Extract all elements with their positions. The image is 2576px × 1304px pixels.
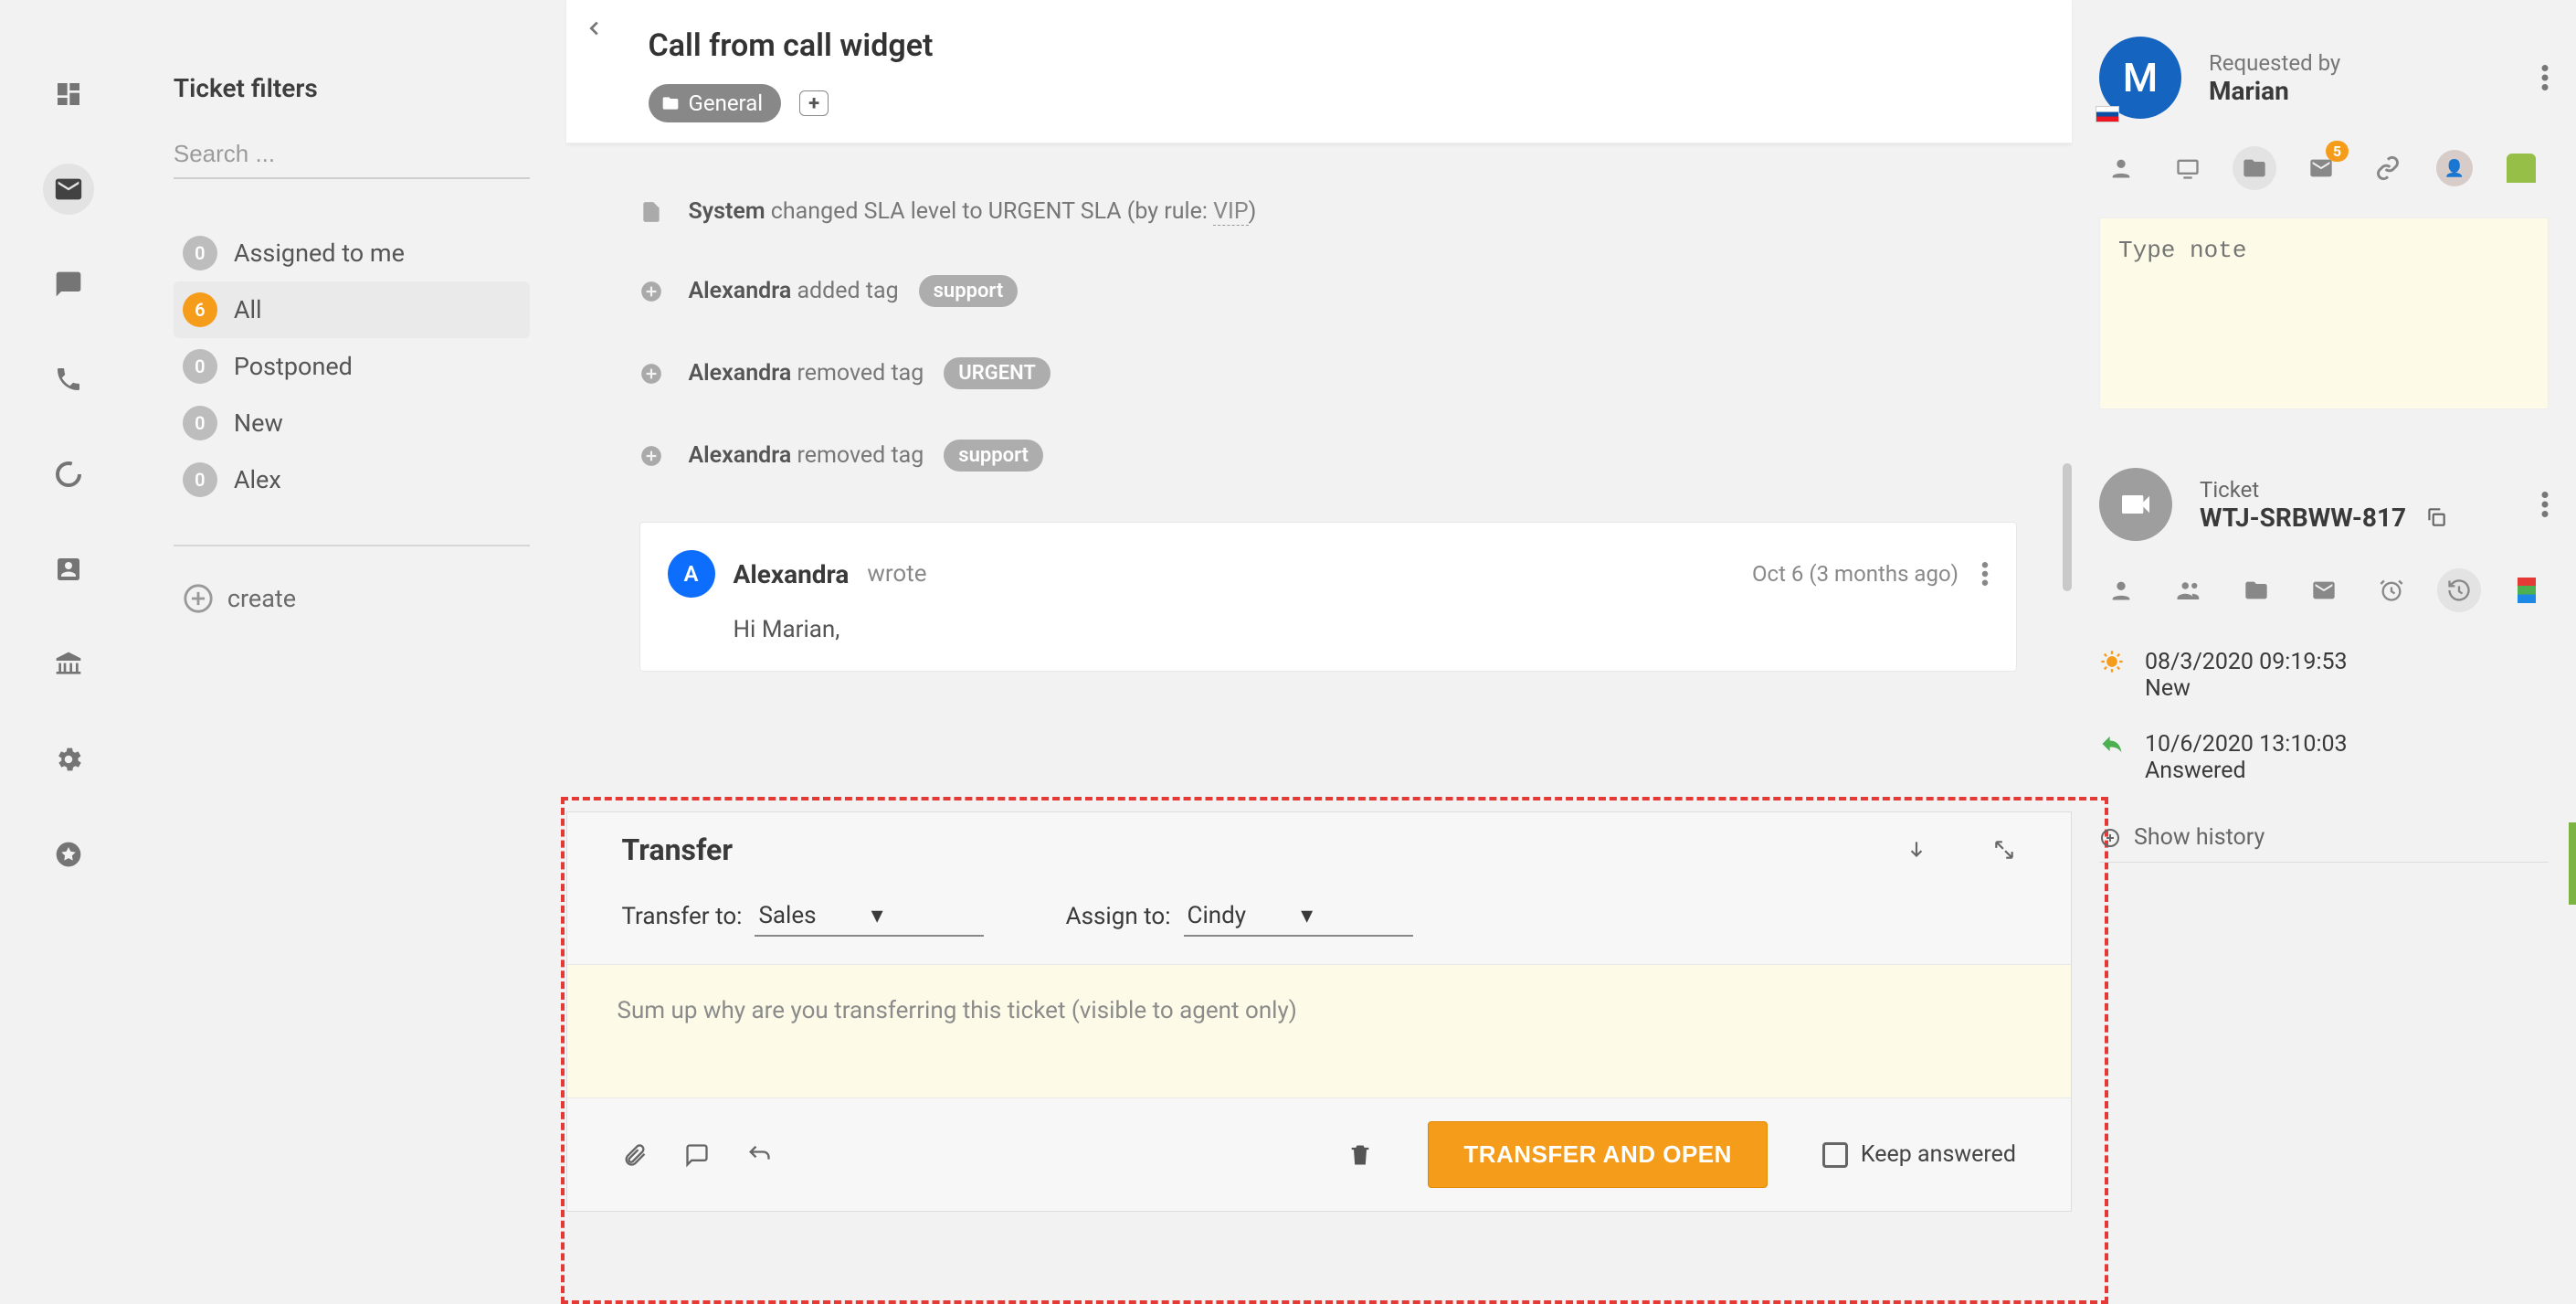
mail-count-badge: 5	[2326, 141, 2349, 162]
show-history-button[interactable]: Show history	[2099, 813, 2549, 863]
keep-answered-label: Keep answered	[1861, 1141, 2016, 1168]
shopify-icon[interactable]	[2499, 146, 2543, 190]
person-icon[interactable]	[2099, 146, 2143, 190]
plus-circle-icon	[639, 444, 669, 468]
filter-label: Assigned to me	[234, 239, 405, 268]
filter-label: Alex	[234, 465, 281, 494]
phone-icon[interactable]	[43, 354, 94, 405]
keep-answered-checkbox[interactable]	[1822, 1142, 1848, 1168]
new-status-icon	[2099, 649, 2125, 674]
transfer-title: Transfer	[622, 832, 1878, 867]
message-menu-icon[interactable]	[1981, 562, 1989, 586]
comment-icon[interactable]	[684, 1142, 710, 1168]
settings-icon[interactable]	[43, 734, 94, 785]
add-tag-button[interactable]: +	[799, 90, 829, 116]
tag-general[interactable]: General	[649, 84, 782, 122]
contacts-icon[interactable]	[43, 544, 94, 595]
ticket-header: Call from call widget General +	[566, 0, 2073, 143]
main-ticket-view: Call from call widget General + System c…	[566, 0, 2073, 1267]
transfer-to-label: Transfer to:	[622, 903, 743, 930]
right-info-panel: M Requested by Marian 5 👤 Ticket WTJ-SRB…	[2072, 0, 2576, 1267]
expand-icon[interactable]	[1992, 838, 2016, 862]
folder-icon[interactable]	[2233, 146, 2276, 190]
avatar: A	[668, 550, 715, 598]
alarm-icon[interactable]	[2370, 568, 2413, 612]
message-card: A Alexandra wrote Oct 6 (3 months ago) H…	[639, 522, 2018, 672]
filter-alex[interactable]: 0Alex	[174, 451, 530, 508]
person-icon[interactable]	[2099, 568, 2143, 612]
transfer-and-open-button[interactable]: TRANSFER AND OPEN	[1428, 1121, 1768, 1188]
create-filter-button[interactable]: create	[174, 574, 530, 623]
plus-circle-icon	[2099, 827, 2121, 849]
answered-status-icon	[2099, 731, 2125, 757]
chat-icon[interactable]	[43, 259, 94, 310]
user-avatar-icon[interactable]: 👤	[2433, 146, 2476, 190]
log-removed-tag-urgent: Alexandra removed tag URGENT	[639, 357, 2018, 389]
ticket-filters-sidebar: Ticket filters 0Assigned to me 6All 0Pos…	[137, 0, 566, 1267]
copy-icon[interactable]	[2424, 505, 2448, 529]
filter-all[interactable]: 6All	[174, 281, 530, 338]
edge-indicator	[2569, 822, 2576, 905]
filter-label: Postponed	[234, 352, 353, 381]
requester-avatar: M	[2099, 37, 2181, 119]
star-icon[interactable]	[43, 829, 94, 880]
mail-icon[interactable]	[43, 164, 94, 215]
log-added-tag: Alexandra added tag support	[639, 275, 2018, 307]
collapse-down-icon[interactable]	[1905, 838, 1928, 862]
message-body: Hi Marian,	[668, 616, 1990, 643]
assign-to-label: Assign to:	[1066, 903, 1171, 930]
delete-icon[interactable]	[1347, 1142, 1373, 1168]
plus-circle-icon	[639, 280, 669, 303]
scrollbar-thumb[interactable]	[2063, 463, 2072, 591]
attachment-icon[interactable]	[622, 1142, 648, 1168]
filter-label: New	[234, 408, 283, 438]
folder-icon[interactable]	[2234, 568, 2278, 612]
requester-menu-icon[interactable]	[2541, 65, 2549, 90]
ticket-menu-icon[interactable]	[2541, 492, 2549, 517]
back-button[interactable]	[585, 18, 605, 38]
transfer-note-input[interactable]: Sum up why are you transferring this tic…	[567, 964, 2072, 1098]
note-input[interactable]	[2099, 217, 2549, 409]
log-removed-tag-support: Alexandra removed tag support	[639, 440, 2018, 472]
bank-icon[interactable]	[43, 639, 94, 690]
color-icon[interactable]	[2505, 568, 2549, 612]
vip-rule-link[interactable]: VIP	[1213, 198, 1249, 226]
sidebar-title: Ticket filters	[174, 73, 530, 103]
loading-icon[interactable]	[43, 449, 94, 500]
requested-by-label: Requested by	[2209, 50, 2340, 76]
flag-icon	[2096, 106, 2119, 122]
message-time: Oct 6 (3 months ago)	[1752, 561, 1958, 587]
ticket-label: Ticket	[2200, 477, 2448, 503]
plus-circle-icon	[183, 583, 214, 614]
message-author: Alexandra	[734, 559, 850, 589]
filter-label: All	[234, 295, 262, 324]
history-item-answered: 10/6/2020 13:10:03Answered	[2099, 731, 2549, 784]
return-icon[interactable]	[746, 1142, 772, 1168]
mail-icon[interactable]: 5	[2299, 146, 2343, 190]
history-item-new: 08/3/2020 09:19:53New	[2099, 649, 2549, 702]
ticket-id: WTJ-SRBWW-817	[2200, 503, 2406, 533]
dashboard-icon[interactable]	[43, 69, 94, 120]
ticket-timeline: System changed SLA level to URGENT SLA (…	[566, 143, 2073, 747]
link-icon[interactable]	[2366, 146, 2410, 190]
mail-icon[interactable]	[2302, 568, 2346, 612]
note-icon	[639, 200, 669, 224]
plus-circle-icon	[639, 362, 669, 386]
screen-icon[interactable]	[2166, 146, 2210, 190]
transfer-to-select[interactable]: Sales▾	[755, 896, 983, 937]
ticket-title: Call from call widget	[649, 27, 2018, 64]
left-nav-rail	[0, 0, 137, 1267]
assign-to-select[interactable]: Cindy▾	[1184, 896, 1414, 937]
folder-icon	[661, 94, 680, 112]
requester-name: Marian	[2209, 76, 2340, 106]
group-icon[interactable]	[2167, 568, 2211, 612]
filter-assigned-to-me[interactable]: 0Assigned to me	[174, 225, 530, 281]
filter-search-input[interactable]	[174, 131, 530, 179]
filter-new[interactable]: 0New	[174, 395, 530, 451]
log-sla-change: System changed SLA level to URGENT SLA (…	[639, 198, 2018, 225]
history-icon[interactable]	[2437, 568, 2481, 612]
filter-postponed[interactable]: 0Postponed	[174, 338, 530, 395]
video-icon	[2099, 468, 2172, 541]
transfer-panel: Transfer Transfer to: Sales▾ Assign to: …	[566, 811, 2073, 1212]
